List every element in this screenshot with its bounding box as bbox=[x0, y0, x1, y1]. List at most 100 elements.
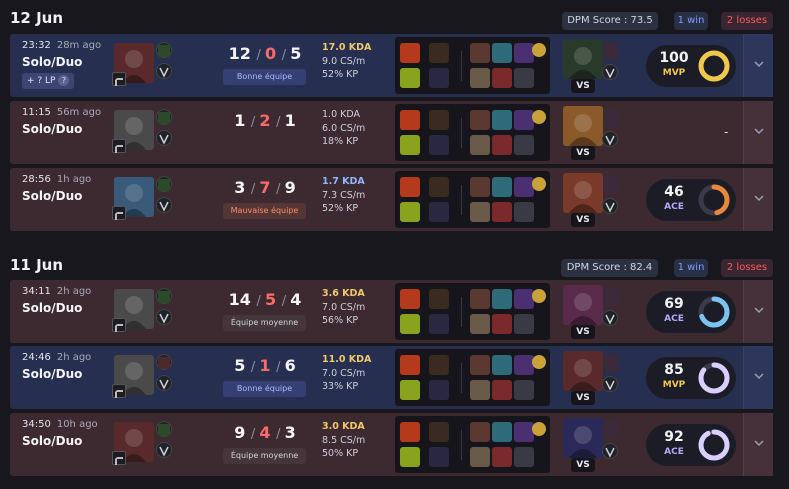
role-icon bbox=[112, 206, 126, 220]
item-icon[interactable] bbox=[470, 355, 490, 375]
item-icon[interactable] bbox=[514, 202, 534, 222]
item-icon[interactable] bbox=[470, 110, 490, 130]
performance-score: 69 ACE bbox=[646, 291, 736, 333]
kda-line: 5 / 1 / 6 bbox=[234, 356, 296, 375]
trinket-icon[interactable] bbox=[532, 289, 546, 303]
item-icon[interactable] bbox=[492, 202, 512, 222]
role-icon bbox=[112, 139, 126, 153]
item-icon[interactable] bbox=[470, 380, 490, 400]
score-label: ACE bbox=[664, 447, 684, 457]
lp-change-badge[interactable]: + ? LP? bbox=[22, 73, 75, 89]
item-icon[interactable] bbox=[492, 422, 512, 442]
item-icon[interactable] bbox=[470, 447, 490, 467]
expand-button[interactable] bbox=[743, 280, 773, 343]
keystone-rune-icon bbox=[429, 43, 449, 63]
item-icon[interactable] bbox=[514, 380, 534, 400]
opponent-portrait[interactable] bbox=[563, 351, 603, 391]
item-icon[interactable] bbox=[470, 43, 490, 63]
item-icon[interactable] bbox=[514, 177, 534, 197]
secondary-rune-icon bbox=[156, 309, 172, 325]
dpm-score-badge: DPM Score : 73.5 bbox=[562, 12, 658, 30]
opponent-portrait[interactable] bbox=[563, 39, 603, 79]
trinket-icon[interactable] bbox=[532, 177, 546, 191]
item-icon[interactable] bbox=[492, 447, 512, 467]
item-icon[interactable] bbox=[470, 289, 490, 309]
item-icon[interactable] bbox=[470, 314, 490, 334]
match-row[interactable]: 23:32 28m ago Solo/Duo 12 / 0 / 5 Bonne é… bbox=[10, 34, 773, 97]
item-icon[interactable] bbox=[492, 110, 512, 130]
build-panel bbox=[395, 416, 550, 473]
item-icon[interactable] bbox=[470, 202, 490, 222]
item-icon[interactable] bbox=[470, 177, 490, 197]
item-icon[interactable] bbox=[492, 355, 512, 375]
secondary-tree-icon bbox=[429, 202, 449, 222]
help-icon[interactable]: ? bbox=[58, 75, 70, 86]
item-icon[interactable] bbox=[514, 422, 534, 442]
deaths: 5 bbox=[264, 290, 277, 309]
trinket-icon[interactable] bbox=[532, 422, 546, 436]
ghost-spell-icon bbox=[400, 135, 420, 155]
score-ring bbox=[698, 50, 730, 82]
secondary-rune-icon bbox=[156, 442, 172, 458]
team-rating-tag: Bonne équipe bbox=[223, 69, 306, 85]
expand-button[interactable] bbox=[743, 168, 773, 231]
time-ago: 2h ago bbox=[56, 352, 92, 363]
match-time: 24:46 2h ago bbox=[22, 352, 91, 363]
item-icon[interactable] bbox=[492, 314, 512, 334]
cs-per-min: 7.0 CS/m bbox=[322, 367, 366, 379]
match-row[interactable]: 24:46 2h ago Solo/Duo 5 / 1 / 6 Bonne équ… bbox=[10, 346, 773, 409]
item-icon[interactable] bbox=[492, 43, 512, 63]
cs-per-min: 6.0 CS/m bbox=[322, 122, 366, 134]
trinket-icon[interactable] bbox=[532, 43, 546, 57]
item-icon[interactable] bbox=[492, 177, 512, 197]
opponent-portrait[interactable] bbox=[563, 285, 603, 325]
opponent-portrait[interactable] bbox=[563, 173, 603, 213]
trinket-icon[interactable] bbox=[532, 355, 546, 369]
kda-ratio: 3.6 KDA bbox=[322, 288, 365, 299]
losses-badge: 2 losses bbox=[721, 12, 773, 30]
match-row[interactable]: 11:15 56m ago Solo/Duo 1 / 2 / 1 1.0 KDA … bbox=[10, 101, 773, 164]
item-icon[interactable] bbox=[492, 289, 512, 309]
item-icon[interactable] bbox=[470, 135, 490, 155]
item-icon[interactable] bbox=[492, 135, 512, 155]
chevron-down-icon bbox=[754, 195, 764, 202]
kill-participation: 50% KP bbox=[322, 448, 359, 459]
expand-button[interactable] bbox=[743, 413, 773, 476]
keystone-rune-icon bbox=[429, 289, 449, 309]
match-row[interactable]: 34:50 10h ago Solo/Duo 9 / 4 / 3 Équipe m… bbox=[10, 413, 773, 476]
divider bbox=[461, 430, 462, 460]
match-time: 34:11 2h ago bbox=[22, 286, 91, 297]
opponent-portrait[interactable] bbox=[563, 418, 603, 458]
kda-ratio: 17.0 KDA bbox=[322, 42, 372, 53]
item-icon[interactable] bbox=[514, 289, 534, 309]
item-icon[interactable] bbox=[514, 135, 534, 155]
item-icon[interactable] bbox=[514, 355, 534, 375]
match-stats: 1.0 KDA 6.0 CS/m 18% KP bbox=[322, 108, 365, 149]
keystone-rune-icon bbox=[429, 355, 449, 375]
item-icon[interactable] bbox=[470, 422, 490, 442]
item-icon[interactable] bbox=[514, 68, 534, 88]
expand-button[interactable] bbox=[743, 346, 773, 409]
item-icon[interactable] bbox=[470, 68, 490, 88]
kills: 1 bbox=[234, 111, 246, 130]
match-row[interactable]: 34:11 2h ago Solo/Duo 14 / 5 / 4 Équipe m… bbox=[10, 280, 773, 343]
match-row[interactable]: 28:56 1h ago Solo/Duo 3 / 7 / 9 Mauvaise … bbox=[10, 168, 773, 231]
opponent-portrait[interactable] bbox=[563, 106, 603, 146]
item-icon[interactable] bbox=[514, 447, 534, 467]
opponent-duo-portrait bbox=[604, 354, 618, 372]
kills: 5 bbox=[234, 356, 246, 375]
item-icon[interactable] bbox=[514, 314, 534, 334]
assists: 4 bbox=[290, 290, 302, 309]
item-icon[interactable] bbox=[492, 380, 512, 400]
trinket-icon[interactable] bbox=[532, 110, 546, 124]
day-header: 11 Jun DPM Score : 82.4 1 win 2 losses bbox=[0, 250, 789, 280]
item-icon[interactable] bbox=[514, 43, 534, 63]
expand-button[interactable] bbox=[743, 101, 773, 164]
kda-ratio: 1.7 KDA bbox=[322, 176, 365, 187]
item-icon[interactable] bbox=[514, 110, 534, 130]
item-icon[interactable] bbox=[492, 68, 512, 88]
expand-button[interactable] bbox=[743, 34, 773, 97]
score-label: MVP bbox=[662, 68, 686, 78]
chevron-down-icon bbox=[754, 440, 764, 447]
kda-line: 1 / 2 / 1 bbox=[234, 111, 296, 130]
